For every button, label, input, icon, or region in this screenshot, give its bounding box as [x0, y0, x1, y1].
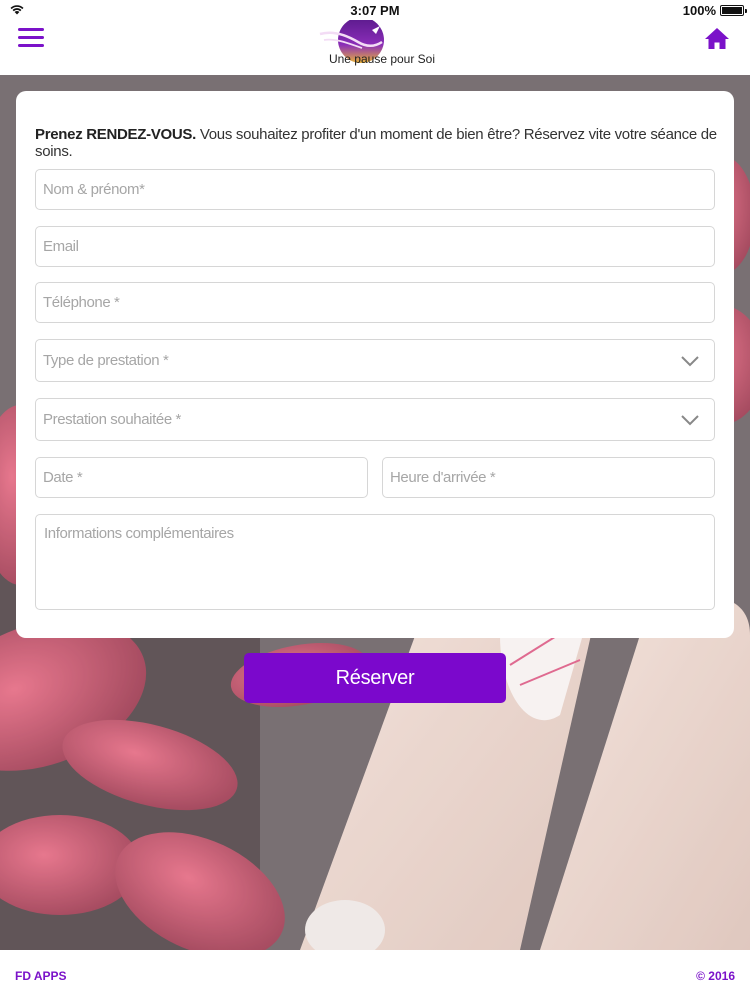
appointment-form: Prenez RENDEZ-VOUS. Vous souhaitez profi… — [16, 91, 734, 638]
service-select[interactable]: Prestation souhaitée * — [35, 398, 715, 441]
status-time: 3:07 PM — [350, 3, 400, 18]
date-field-placeholder: Date * — [43, 469, 83, 486]
service-type-select[interactable]: Type de prestation * — [35, 339, 715, 382]
battery-percent: 100% — [682, 3, 716, 18]
footer-company: FD APPS — [15, 969, 67, 983]
battery-icon — [720, 5, 747, 16]
status-bar: 3:07 PM 100% — [0, 0, 750, 20]
logo-text: Une pause pour Soi — [328, 52, 436, 66]
chevron-down-icon — [681, 355, 699, 366]
reserve-button-label: Réserver — [335, 666, 415, 689]
arrival-time-placeholder: Heure d'arrivée * — [390, 469, 496, 486]
reserve-button[interactable]: Réserver — [244, 653, 506, 703]
app-footer: FD APPS © 2016 — [0, 950, 750, 1000]
email-field-placeholder: Email — [43, 238, 79, 255]
battery-status: 100% — [682, 3, 747, 18]
additional-info-placeholder: Informations complémentaires — [44, 525, 234, 542]
app-header: Une pause pour Soi — [0, 17, 750, 75]
phone-field[interactable]: Téléphone * — [35, 282, 715, 323]
email-field[interactable]: Email — [35, 226, 715, 267]
form-intro: Prenez RENDEZ-VOUS. Vous souhaitez profi… — [35, 126, 725, 160]
hamburger-menu-icon[interactable] — [18, 28, 44, 50]
additional-info-textarea[interactable]: Informations complémentaires — [35, 514, 715, 610]
arrival-time-field[interactable]: Heure d'arrivée * — [382, 457, 715, 498]
chevron-down-icon — [681, 414, 699, 425]
phone-field-placeholder: Téléphone * — [43, 294, 120, 311]
service-placeholder: Prestation souhaitée * — [43, 411, 181, 428]
home-icon[interactable] — [704, 26, 730, 52]
footer-copyright: © 2016 — [696, 969, 735, 983]
name-field[interactable]: Nom & prénom* — [35, 169, 715, 210]
name-field-placeholder: Nom & prénom* — [43, 181, 145, 198]
intro-heading: Prenez RENDEZ-VOUS. — [35, 126, 196, 143]
date-field[interactable]: Date * — [35, 457, 368, 498]
brand-logo: Une pause pour Soi — [310, 17, 440, 70]
service-type-placeholder: Type de prestation * — [43, 352, 169, 369]
